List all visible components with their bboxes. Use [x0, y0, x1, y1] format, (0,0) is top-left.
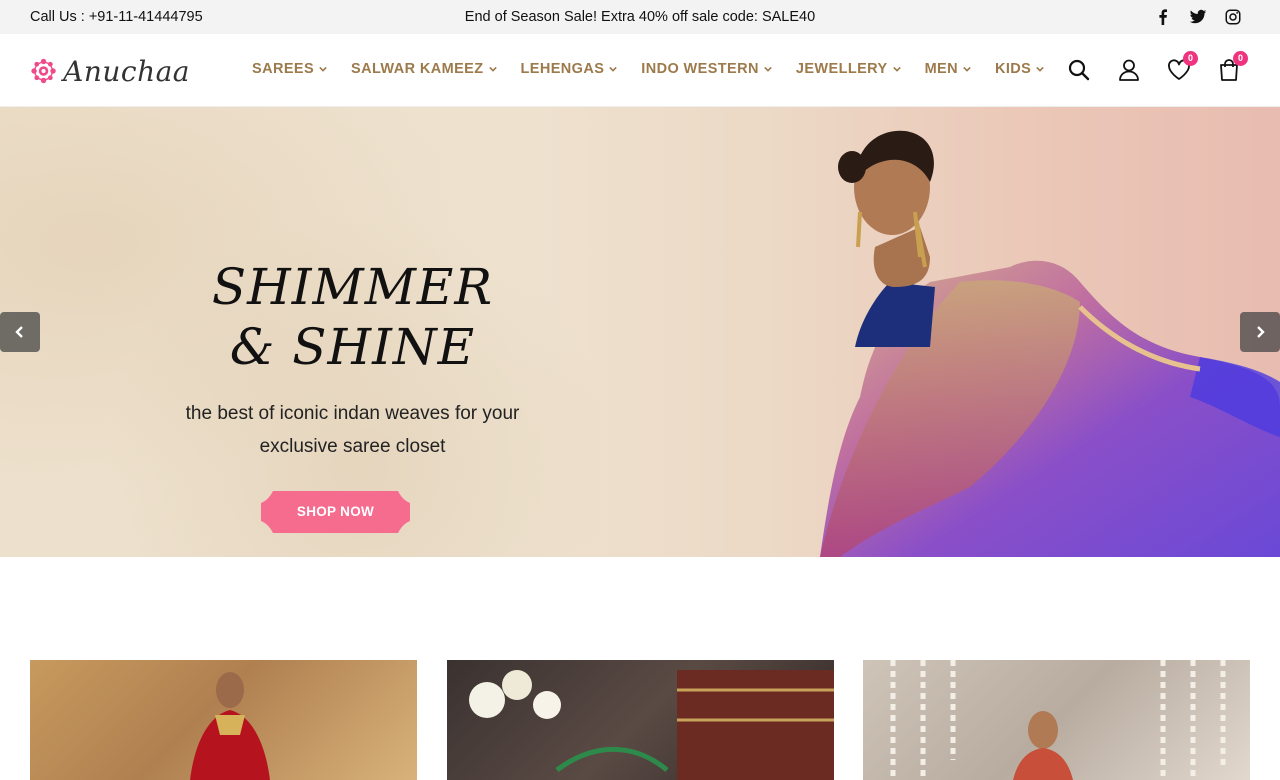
hero-subtitle-line-1: the best of iconic indan weaves for your — [185, 403, 520, 424]
hero-subtitle-line-2: exclusive saree closet — [259, 436, 446, 457]
chevron-down-icon — [609, 66, 618, 72]
category-tile-image — [469, 670, 834, 780]
wishlist-button[interactable]: 0 — [1166, 51, 1198, 83]
logo-wordmark: Anuchaa — [63, 54, 190, 88]
nav-item-men[interactable]: MEN — [925, 61, 971, 77]
nav-label: SAREES — [252, 61, 315, 77]
nav-label: LEHENGAS — [520, 61, 605, 77]
chevron-down-icon — [764, 66, 772, 72]
top-bar: Call Us : +91-11-41444795 End of Season … — [0, 0, 1280, 34]
account-button[interactable] — [1116, 57, 1142, 83]
social-links — [1154, 8, 1242, 26]
hero-subtitle: the best of iconic indan weaves for your… — [0, 397, 705, 463]
nav-item-indo-western[interactable]: INDO WESTERN — [641, 61, 772, 77]
mandala-logo-icon — [31, 58, 56, 84]
category-tile[interactable] — [30, 660, 417, 780]
category-tile[interactable] — [863, 660, 1250, 780]
nav-label: JEWELLERY — [795, 61, 888, 77]
hero-banner: SHIMMER & SHINE the best of iconic indan… — [0, 107, 1280, 557]
cart-count-badge: 0 — [1233, 51, 1248, 66]
chevron-down-icon — [488, 66, 497, 72]
slider-next-button[interactable] — [1240, 312, 1280, 352]
cart-button[interactable]: 0 — [1216, 51, 1248, 83]
search-button[interactable] — [1066, 57, 1092, 83]
header-actions: 0 0 — [1066, 51, 1248, 83]
nav-item-kids[interactable]: KIDS — [994, 61, 1045, 77]
nav-label: MEN — [924, 61, 958, 77]
chevron-down-icon — [1036, 66, 1045, 72]
chevron-left-icon — [15, 326, 23, 338]
twitter-icon[interactable] — [1189, 8, 1207, 26]
nav-item-lehengas[interactable]: LEHENGAS — [521, 61, 618, 77]
category-tile-image — [190, 672, 270, 780]
chevron-down-icon — [963, 66, 971, 72]
main-header: Anuchaa SAREES SALWAR KAMEEZ LEHENGAS IN… — [0, 34, 1280, 107]
chevron-down-icon — [319, 66, 327, 72]
hero-headline: SHIMMER & SHINE — [0, 257, 705, 377]
main-nav: SAREES SALWAR KAMEEZ LEHENGAS INDO WESTE… — [252, 61, 1068, 77]
slider-prev-button[interactable] — [0, 312, 40, 352]
user-icon — [1119, 59, 1139, 81]
facebook-icon[interactable] — [1154, 8, 1172, 26]
nav-label: INDO WESTERN — [641, 61, 759, 77]
hero-headline-line-2: & SHINE — [229, 318, 476, 376]
wishlist-count-badge: 0 — [1183, 51, 1198, 66]
nav-label: SALWAR KAMEEZ — [351, 61, 484, 77]
nav-item-jewellery[interactable]: JEWELLERY — [796, 61, 901, 77]
nav-item-salwar-kameez[interactable]: SALWAR KAMEEZ — [351, 61, 497, 77]
nav-item-sarees[interactable]: SAREES — [252, 61, 327, 77]
category-tile-image — [890, 660, 1226, 780]
chevron-right-icon — [1257, 326, 1265, 338]
chevron-down-icon — [892, 66, 901, 72]
search-icon — [1068, 59, 1090, 81]
instagram-icon[interactable] — [1224, 8, 1242, 26]
hero-headline-line-1: SHIMMER — [211, 258, 494, 316]
site-logo[interactable]: Anuchaa — [30, 47, 190, 95]
category-tile[interactable] — [447, 660, 834, 780]
shop-now-label: SHOP NOW — [296, 504, 375, 519]
shop-now-button[interactable]: SHOP NOW — [259, 489, 412, 535]
nav-label: KIDS — [994, 61, 1032, 77]
call-us-text: Call Us : +91-11-41444795 — [30, 9, 203, 25]
hero-model-image — [820, 130, 1280, 557]
